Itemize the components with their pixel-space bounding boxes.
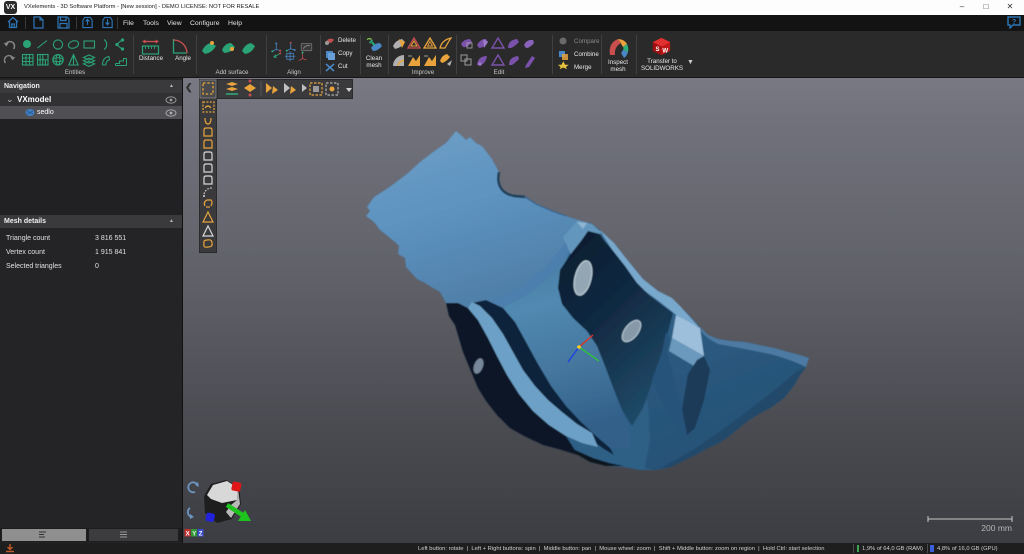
svg-text:X: X — [186, 531, 190, 537]
svg-text:Z: Z — [199, 531, 203, 537]
svg-text:Y: Y — [192, 531, 196, 537]
svg-text:W: W — [662, 49, 668, 55]
svg-text:?: ? — [1012, 19, 1016, 26]
svg-text:200 mm: 200 mm — [981, 523, 1012, 533]
svg-text:S: S — [655, 47, 659, 53]
